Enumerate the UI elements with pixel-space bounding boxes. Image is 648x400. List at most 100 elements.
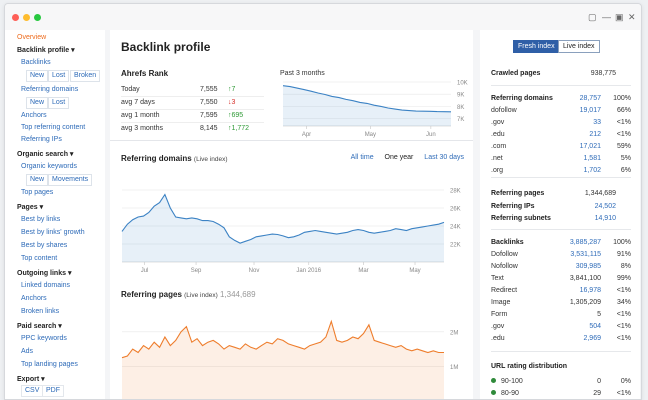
refdomains-chart-title-text: Referring domains <box>121 154 192 163</box>
sidebar-item-broken-links[interactable]: Broken links <box>21 307 59 316</box>
y-tick-label: 26K <box>450 207 461 213</box>
sidebar-section-backlink-profile[interactable]: Backlink profile ▾ <box>17 46 75 55</box>
sidebar-item-overview[interactable]: Overview <box>17 33 46 42</box>
maximize-window-dot[interactable] <box>34 14 41 21</box>
referring-stat-row: Referring IPs 24,502 <box>491 201 631 212</box>
sidebar-item-top-content[interactable]: Top content <box>21 254 57 263</box>
backlinks-stat-row: Backlinks 3,885,287 100% <box>491 237 631 248</box>
backlinks-stat-row-percent: 34% <box>616 299 631 306</box>
refdomains-stat-row-value[interactable]: 19,017 <box>580 105 601 116</box>
refdomains-stat-row-value[interactable]: 17,021 <box>580 141 601 152</box>
backlinks-stat-row-value[interactable]: 3,531,115 <box>570 249 601 260</box>
refdomains-stat-row-percent: <1% <box>616 131 631 138</box>
sidebar-item-backlinks[interactable]: Backlinks <box>21 58 51 67</box>
crawled-pages-row: Crawled pages 938,775 <box>491 68 631 79</box>
url-rating-row-label: 90-100 <box>491 376 523 387</box>
export-csv-button[interactable]: CSV <box>21 385 44 397</box>
rank-row-value: 8,145 <box>200 125 218 132</box>
sidebar-item-best-by-links[interactable]: Best by links <box>21 215 60 224</box>
refdomains-stat-row-value[interactable]: 1,581 <box>583 153 601 164</box>
sidebar-item-anchors[interactable]: Anchors <box>21 111 47 120</box>
backlinks-stat-row-value[interactable]: 504 <box>589 321 601 332</box>
crawled-pages-label: Crawled pages <box>491 70 541 77</box>
rank-row-label: Today <box>121 86 140 93</box>
main-panel: Backlink profile Ahrefs Rank Today 7,555… <box>110 30 473 399</box>
backlinks-lost-filter[interactable]: Lost <box>48 70 70 82</box>
sidebar-item-linked-domains[interactable]: Linked domains <box>21 281 70 290</box>
maximize-icon[interactable]: ▣ <box>615 12 624 22</box>
backlinks-stat-row-percent: <1% <box>616 311 631 318</box>
sidebar-section-outgoing-links[interactable]: Outgoing links ▾ <box>17 269 71 278</box>
close-icon[interactable]: ✕ <box>628 12 636 22</box>
minimize-icon[interactable]: — <box>602 12 611 22</box>
backlinks-stat-row-value[interactable]: 309,985 <box>576 261 601 272</box>
section-divider <box>491 351 631 352</box>
backlinks-stat-row-value[interactable]: 3,885,287 <box>570 237 601 248</box>
sidebar-item-organic-keywords[interactable]: Organic keywords <box>21 162 77 171</box>
sidebar-item-ppc-keywords[interactable]: PPC keywords <box>21 334 67 343</box>
sidebar-item-best-by-links-growth[interactable]: Best by links' growth <box>21 228 85 237</box>
refdomains-stat-row-percent: 59% <box>616 143 631 150</box>
refdomains-stat-row: .gov 33 <1% <box>491 117 631 128</box>
backlinks-stat-row-value: 3,841,100 <box>569 275 601 282</box>
refdomains-new-filter[interactable]: New <box>26 97 49 109</box>
referring-stat-row-value: 1,344,689 <box>584 190 616 197</box>
tab-last-30-days[interactable]: Last 30 days <box>424 154 464 161</box>
section-divider <box>491 177 631 178</box>
live-index-button[interactable]: Live index <box>558 40 600 53</box>
refdomains-stat-row-value[interactable]: 33 <box>593 117 601 128</box>
sidebar-section-export[interactable]: Export ▾ <box>17 375 45 384</box>
referring-stat-row: Referring subnets 14,910 <box>491 213 631 224</box>
rank-row-label: avg 7 days <box>121 99 155 106</box>
restore-icon[interactable]: ▢ <box>588 12 597 22</box>
backlinks-stat-row-value[interactable]: 2,969 <box>583 333 601 344</box>
backlinks-stat-row-value[interactable]: 16,978 <box>580 285 601 296</box>
backlinks-stat-row-value: 5 <box>597 311 601 318</box>
refdomains-stat-row-label: .edu <box>491 131 505 138</box>
sidebar-item-referring-domains[interactable]: Referring domains <box>21 85 78 94</box>
backlinks-new-filter[interactable]: New <box>26 70 49 82</box>
backlinks-stat-row-label: Image <box>491 299 511 306</box>
past-3-months-chart: 7K 8K 9K 10K Apr May Jun <box>282 81 468 138</box>
sidebar-section-paid-search[interactable]: Paid search ▾ <box>17 322 62 331</box>
referring-stat-row-value[interactable]: 24,502 <box>595 201 616 212</box>
minimize-window-dot[interactable] <box>23 14 30 21</box>
tab-one-year[interactable]: One year <box>385 154 414 161</box>
referring-pages-chart: 1M 2M <box>121 319 458 399</box>
refdomains-stat-row-value[interactable]: 212 <box>589 129 601 140</box>
referring-stat-row-label: Referring pages <box>491 190 545 197</box>
backlinks-stat-row: Nofollow 309,985 8% <box>491 261 631 272</box>
sidebar-item-ads[interactable]: Ads <box>21 347 33 356</box>
sidebar-item-referring-ips[interactable]: Referring IPs <box>21 135 62 144</box>
sidebar-section-pages[interactable]: Pages ▾ <box>17 203 43 212</box>
referring-stat-row-value[interactable]: 14,910 <box>595 213 616 224</box>
sidebar-section-organic-search[interactable]: Organic search ▾ <box>17 150 73 159</box>
refdomains-stat-row-value[interactable]: 1,702 <box>583 165 601 176</box>
url-rating-row: 90-100 0 0% <box>491 376 631 387</box>
organic-movements-filter[interactable]: Movements <box>48 174 93 186</box>
sidebar-item-outgoing-anchors[interactable]: Anchors <box>21 294 47 303</box>
sidebar-item-top-landing-pages[interactable]: Top landing pages <box>21 360 78 369</box>
sidebar-item-best-by-shares[interactable]: Best by shares <box>21 241 67 250</box>
close-window-dot[interactable] <box>12 14 19 21</box>
fresh-index-button[interactable]: Fresh index <box>513 40 560 53</box>
y-tick-label: 7K <box>457 117 464 123</box>
backlinks-broken-filter[interactable]: Broken <box>70 70 101 82</box>
refdomains-stat-row-label: .com <box>491 143 507 150</box>
refdomains-stat-row-percent: <1% <box>616 119 631 126</box>
backlinks-stat-row: Image 1,305,209 34% <box>491 297 631 308</box>
y-tick-label: 2M <box>450 330 458 336</box>
refdomains-stat-row-label: .org <box>491 167 504 174</box>
rank-row-value: 7,555 <box>200 86 218 93</box>
refdomains-stat-row-value[interactable]: 28,757 <box>580 93 601 104</box>
tab-all-time[interactable]: All time <box>351 154 374 161</box>
url-rating-row-value: 29 <box>593 390 601 397</box>
sidebar-item-top-referring-content[interactable]: Top referring content <box>21 123 85 132</box>
y-tick-label: 24K <box>450 225 461 231</box>
refdomains-lost-filter[interactable]: Lost <box>48 97 70 109</box>
organic-new-filter[interactable]: New <box>26 174 49 186</box>
app-window: ▢ — ▣ ✕ Overview Backlink profile ▾ Back… <box>4 3 642 400</box>
refdomains-stat-row: .org 1,702 6% <box>491 165 631 176</box>
sidebar-item-top-pages[interactable]: Top pages <box>21 188 53 197</box>
export-pdf-button[interactable]: PDF <box>42 385 64 397</box>
